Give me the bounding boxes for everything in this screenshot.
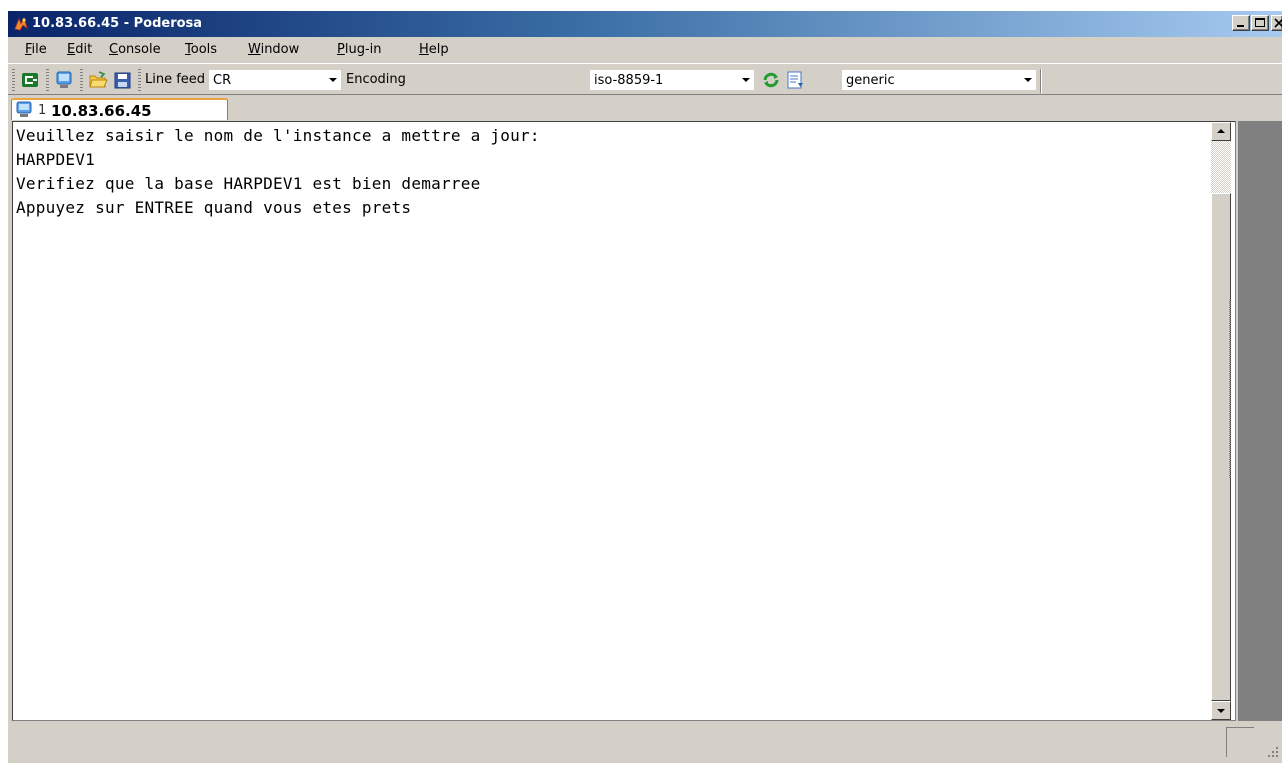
toolbar: Line feed CR Encoding iso-8859-1 generic (8, 63, 1282, 95)
line-feed-select[interactable]: CR (208, 69, 342, 91)
tab-number: 1 (38, 103, 47, 118)
menu-bar: File Edit Console Tools Window Plug-in H… (8, 37, 1282, 63)
menu-file-rest: ile (31, 42, 47, 57)
pane-background (1238, 121, 1282, 721)
scroll-thumb[interactable] (1211, 193, 1231, 701)
status-bar (8, 723, 1282, 763)
thumb-grip (1229, 299, 1231, 479)
toolbar-grip[interactable] (12, 69, 15, 91)
new-connection-icon[interactable] (20, 70, 40, 90)
menu-help-rest: elp (428, 42, 449, 57)
session-tab-bar: 1 10.83.66.45 (8, 95, 1282, 120)
encoding-select[interactable]: iso-8859-1 (589, 69, 755, 91)
line-feed-value: CR (213, 73, 232, 88)
menu-file[interactable]: File (25, 42, 47, 58)
close-button[interactable] (1271, 15, 1282, 31)
minimize-icon (1237, 25, 1244, 27)
minimize-button[interactable] (1232, 15, 1250, 31)
terminal-line: HARPDEV1 (16, 150, 96, 169)
open-folder-icon[interactable] (88, 70, 108, 90)
menu-edit[interactable]: Edit (67, 42, 92, 58)
session-tab[interactable]: 1 10.83.66.45 (11, 98, 228, 120)
session-icon (16, 101, 32, 117)
terminal-line: Veuillez saisir le nom de l'instance a m… (16, 126, 540, 145)
maximize-icon (1255, 18, 1265, 27)
title-bar[interactable]: 10.83.66.45 - Poderosa (8, 11, 1282, 37)
menu-plugin-rest: lug-in (344, 42, 382, 57)
session-icon[interactable] (54, 70, 74, 90)
menu-console-accel: C (109, 42, 119, 57)
save-icon[interactable] (112, 70, 132, 90)
maximize-button[interactable] (1251, 15, 1269, 31)
application-window: 10.83.66.45 - Poderosa File Edit Console… (8, 11, 1282, 763)
encoding-label: Encoding (346, 72, 406, 87)
resize-grip-icon[interactable] (1264, 743, 1280, 759)
chevron-down-icon[interactable] (325, 70, 341, 90)
scroll-down-button[interactable] (1211, 701, 1231, 720)
terminal-type-select[interactable]: generic (841, 69, 1037, 91)
menu-window[interactable]: Window (248, 42, 299, 58)
toolbar-separator (1040, 69, 1042, 93)
menu-console[interactable]: Console (109, 42, 161, 58)
menu-help[interactable]: Help (419, 42, 449, 58)
line-feed-label: Line feed (145, 72, 206, 87)
menu-tools[interactable]: Tools (185, 42, 217, 58)
menu-help-accel: H (419, 42, 429, 57)
close-icon (1274, 18, 1282, 28)
terminal-line: Verifiez que la base HARPDEV1 est bien d… (16, 174, 481, 193)
terminal-pane[interactable]: Veuillez saisir le nom de l'instance a m… (12, 121, 1236, 721)
menu-edit-rest: dit (75, 42, 93, 57)
menu-plugin-accel: P (337, 42, 345, 57)
encoding-value: iso-8859-1 (594, 73, 664, 88)
vertical-scrollbar[interactable] (1211, 122, 1231, 720)
terminal-line: Appuyez sur ENTREE quand vous etes prets (16, 198, 412, 217)
toolbar-grip[interactable] (80, 69, 83, 91)
poderosa-app-icon (14, 16, 28, 31)
refresh-icon[interactable] (761, 70, 781, 90)
menu-window-rest: indow (260, 42, 300, 57)
menu-console-rest: onsole (118, 42, 161, 57)
menu-edit-accel: E (67, 42, 76, 57)
window-title: 10.83.66.45 - Poderosa (32, 16, 203, 31)
status-panel (1226, 727, 1254, 757)
menu-plugin[interactable]: Plug-in (337, 42, 382, 58)
terminal-output[interactable]: Veuillez saisir le nom de l'instance a m… (16, 124, 540, 220)
terminal-type-value: generic (846, 73, 895, 88)
toolbar-grip[interactable] (46, 69, 49, 91)
tab-host: 10.83.66.45 (51, 102, 152, 120)
chevron-down-icon[interactable] (738, 70, 754, 90)
menu-window-accel: W (248, 42, 261, 57)
scroll-track-page-up[interactable] (1211, 141, 1231, 193)
scroll-up-button[interactable] (1211, 122, 1231, 141)
toolbar-grip[interactable] (138, 69, 141, 91)
terminal-settings-icon[interactable] (785, 70, 805, 90)
menu-tools-rest: ools (190, 42, 218, 57)
chevron-down-icon[interactable] (1020, 70, 1036, 90)
